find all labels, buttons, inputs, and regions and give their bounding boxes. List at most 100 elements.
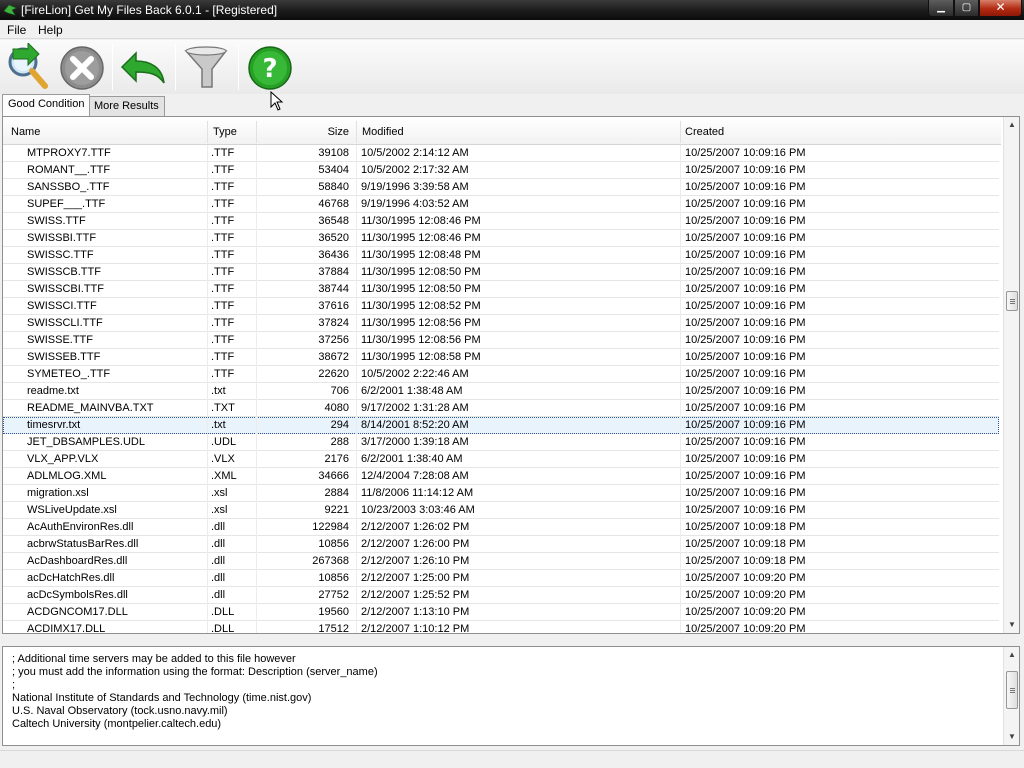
table-row[interactable]: WSLiveUpdate.xsl .xsl 9221 10/23/2003 3:03:…: [3, 502, 999, 519]
minimize-button[interactable]: ▁: [928, 0, 954, 17]
table-row[interactable]: acDcSymbolsRes.dll .dll 27752 2/12/2007 1:2…: [3, 587, 999, 604]
table-row[interactable]: SWISSC.TTF .TTF 36436 11/30/1995 12:08:48 P…: [3, 247, 999, 264]
column-header-modified[interactable]: Modified: [362, 126, 404, 138]
scroll-up-arrow-icon[interactable]: ▲: [1004, 117, 1019, 133]
table-row[interactable]: SUPEF___.TTF .TTF 46768 9/19/1996 4:03:52 A…: [3, 196, 999, 213]
table-row[interactable]: ACDGNCOM17.DLL .DLL 19560 2/12/2007 1:13:10…: [3, 604, 999, 621]
table-row[interactable]: SWISSE.TTF .TTF 37256 11/30/1995 12:08:56 P…: [3, 332, 999, 349]
cell-name: MTPROXY7.TTF: [27, 147, 111, 159]
column-gridline: [356, 502, 357, 519]
table-row-selected[interactable]: timesrvr.txt .txt 294 8/14/2001 8:52:20 AM 1…: [3, 417, 999, 434]
scroll-up-arrow-icon[interactable]: ▲: [1004, 647, 1019, 663]
cell-type: .dll: [211, 555, 226, 567]
column-header-created[interactable]: Created: [685, 126, 724, 138]
filter-button[interactable]: [182, 43, 232, 91]
column-divider[interactable]: [680, 121, 681, 143]
stop-icon: [60, 46, 104, 90]
tab-more-results[interactable]: More Results: [88, 96, 165, 116]
maximize-button[interactable]: ▢: [954, 0, 979, 17]
table-row[interactable]: SWISSCI.TTF .TTF 37616 11/30/1995 12:08:52 …: [3, 298, 999, 315]
table-row[interactable]: readme.txt .txt 706 6/2/2001 1:38:48 AM 10/2…: [3, 383, 999, 400]
table-row[interactable]: SWISSBI.TTF .TTF 36520 11/30/1995 12:08:46 …: [3, 230, 999, 247]
menu-bar: File Help: [0, 20, 1024, 39]
close-icon: ✕: [995, 0, 1006, 14]
help-button[interactable]: ?: [245, 43, 295, 91]
cell-modified: 10/23/2003 3:03:46 AM: [361, 504, 475, 516]
menu-help[interactable]: Help: [38, 23, 63, 37]
cell-created: 10/25/2007 10:09:16 PM: [685, 470, 806, 482]
column-gridline: [356, 213, 357, 230]
table-row[interactable]: ADLMLOG.XML .XML 34666 12/4/2004 7:28:08 AM…: [3, 468, 999, 485]
table-row[interactable]: ROMANT__.TTF .TTF 53404 10/5/2002 2:17:32 A…: [3, 162, 999, 179]
column-header-size[interactable]: Size: [256, 126, 349, 138]
cell-name: SWISSEB.TTF: [27, 351, 101, 363]
mouse-cursor-icon: [270, 91, 284, 111]
scroll-down-arrow-icon[interactable]: ▼: [1004, 729, 1019, 745]
column-gridline: [356, 281, 357, 298]
cell-name: acDcHatchRes.dll: [27, 572, 115, 584]
table-row[interactable]: acDcHatchRes.dll .dll 10856 2/12/2007 1:25:…: [3, 570, 999, 587]
table-row[interactable]: SANSSBO_.TTF .TTF 58840 9/19/1996 3:39:58 A…: [3, 179, 999, 196]
cell-created: 10/25/2007 10:09:16 PM: [685, 266, 806, 278]
cell-modified: 3/17/2000 1:39:18 AM: [361, 436, 469, 448]
cell-modified: 11/30/1995 12:08:56 PM: [361, 317, 481, 329]
cell-modified: 10/5/2002 2:17:32 AM: [361, 164, 469, 176]
table-row[interactable]: migration.xsl .xsl 2884 11/8/2006 11:14:12 …: [3, 485, 999, 502]
table-row[interactable]: AcAuthEnvironRes.dll .dll 122984 2/12/2007 …: [3, 519, 999, 536]
cell-created: 10/25/2007 10:09:18 PM: [685, 555, 806, 567]
preview-scrollbar[interactable]: ▲ ▼: [1003, 647, 1019, 745]
scroll-down-arrow-icon[interactable]: ▼: [1004, 617, 1019, 633]
tab-good-condition[interactable]: Good Condition: [2, 94, 91, 116]
cell-type: .TXT: [211, 402, 235, 414]
cell-size: 22620: [318, 368, 349, 380]
table-row[interactable]: SYMETEO_.TTF .TTF 22620 10/5/2002 2:22:46 A…: [3, 366, 999, 383]
cell-type: .dll: [211, 538, 226, 550]
cell-name: ADLMLOG.XML: [27, 470, 107, 482]
table-row[interactable]: SWISSCBI.TTF .TTF 38744 11/30/1995 12:08:50…: [3, 281, 999, 298]
cell-size: 37616: [318, 300, 349, 312]
column-header-type[interactable]: Type: [213, 126, 237, 138]
column-gridline: [356, 451, 357, 468]
column-header-name[interactable]: Name: [11, 126, 40, 138]
table-row[interactable]: README_MAINVBA.TXT .TXT 4080 9/17/2002 1:31…: [3, 400, 999, 417]
table-row[interactable]: SWISSCLI.TTF .TTF 37824 11/30/1995 12:08:56…: [3, 315, 999, 332]
cell-created: 10/25/2007 10:09:16 PM: [685, 487, 806, 499]
column-gridline: [207, 264, 208, 281]
cell-size: 38744: [318, 283, 349, 295]
cell-name: SWISSCI.TTF: [27, 300, 97, 312]
column-gridline: [356, 230, 357, 247]
cell-name: acbrwStatusBarRes.dll: [27, 538, 139, 550]
table-row[interactable]: ACDIMX17.DLL .DLL 17512 2/12/2007 1:10:12 P…: [3, 621, 999, 633]
cell-size: 267368: [312, 555, 349, 567]
table-row[interactable]: SWISSCB.TTF .TTF 37884 11/30/1995 12:08:50 …: [3, 264, 999, 281]
table-row[interactable]: VLX_APP.VLX .VLX 2176 6/2/2001 1:38:40 AM 10…: [3, 451, 999, 468]
table-row[interactable]: MTPROXY7.TTF .TTF 39108 10/5/2002 2:14:12 A…: [3, 145, 999, 162]
column-divider[interactable]: [207, 121, 208, 143]
column-divider[interactable]: [356, 121, 357, 143]
list-scrollbar[interactable]: ▲ ▼: [1003, 117, 1019, 633]
stop-button[interactable]: [57, 43, 107, 91]
cell-type: .TTF: [211, 147, 235, 159]
table-row[interactable]: acbrwStatusBarRes.dll .dll 10856 2/12/2007 …: [3, 536, 999, 553]
cell-type: .TTF: [211, 198, 235, 210]
table-row[interactable]: AcDashboardRes.dll .dll 267368 2/12/2007 1:…: [3, 553, 999, 570]
scrollbar-thumb[interactable]: [1006, 290, 1018, 311]
table-row[interactable]: SWISSEB.TTF .TTF 38672 11/30/1995 12:08:58 …: [3, 349, 999, 366]
undo-button[interactable]: [118, 43, 168, 91]
cell-created: 10/25/2007 10:09:16 PM: [685, 368, 806, 380]
table-row[interactable]: SWISS.TTF .TTF 36548 11/30/1995 12:08:46 PM…: [3, 213, 999, 230]
cell-created: 10/25/2007 10:09:16 PM: [685, 402, 806, 414]
cell-size: 39108: [318, 147, 349, 159]
column-gridline: [207, 417, 208, 434]
close-button[interactable]: ✕: [979, 0, 1022, 17]
preview-text-line: ; you must add the information using the…: [12, 666, 378, 678]
search-button[interactable]: [3, 41, 53, 91]
column-gridline: [356, 400, 357, 417]
scrollbar-thumb[interactable]: [1006, 671, 1018, 710]
menu-file[interactable]: File: [7, 23, 26, 37]
file-preview-pane[interactable]: ; Additional time servers may be added t…: [2, 646, 1020, 746]
table-row[interactable]: JET_DBSAMPLES.UDL .UDL 288 3/17/2000 1:39:1…: [3, 434, 999, 451]
toolbar-separator: [175, 44, 176, 90]
cell-type: .UDL: [211, 436, 237, 448]
column-gridline: [680, 213, 681, 230]
